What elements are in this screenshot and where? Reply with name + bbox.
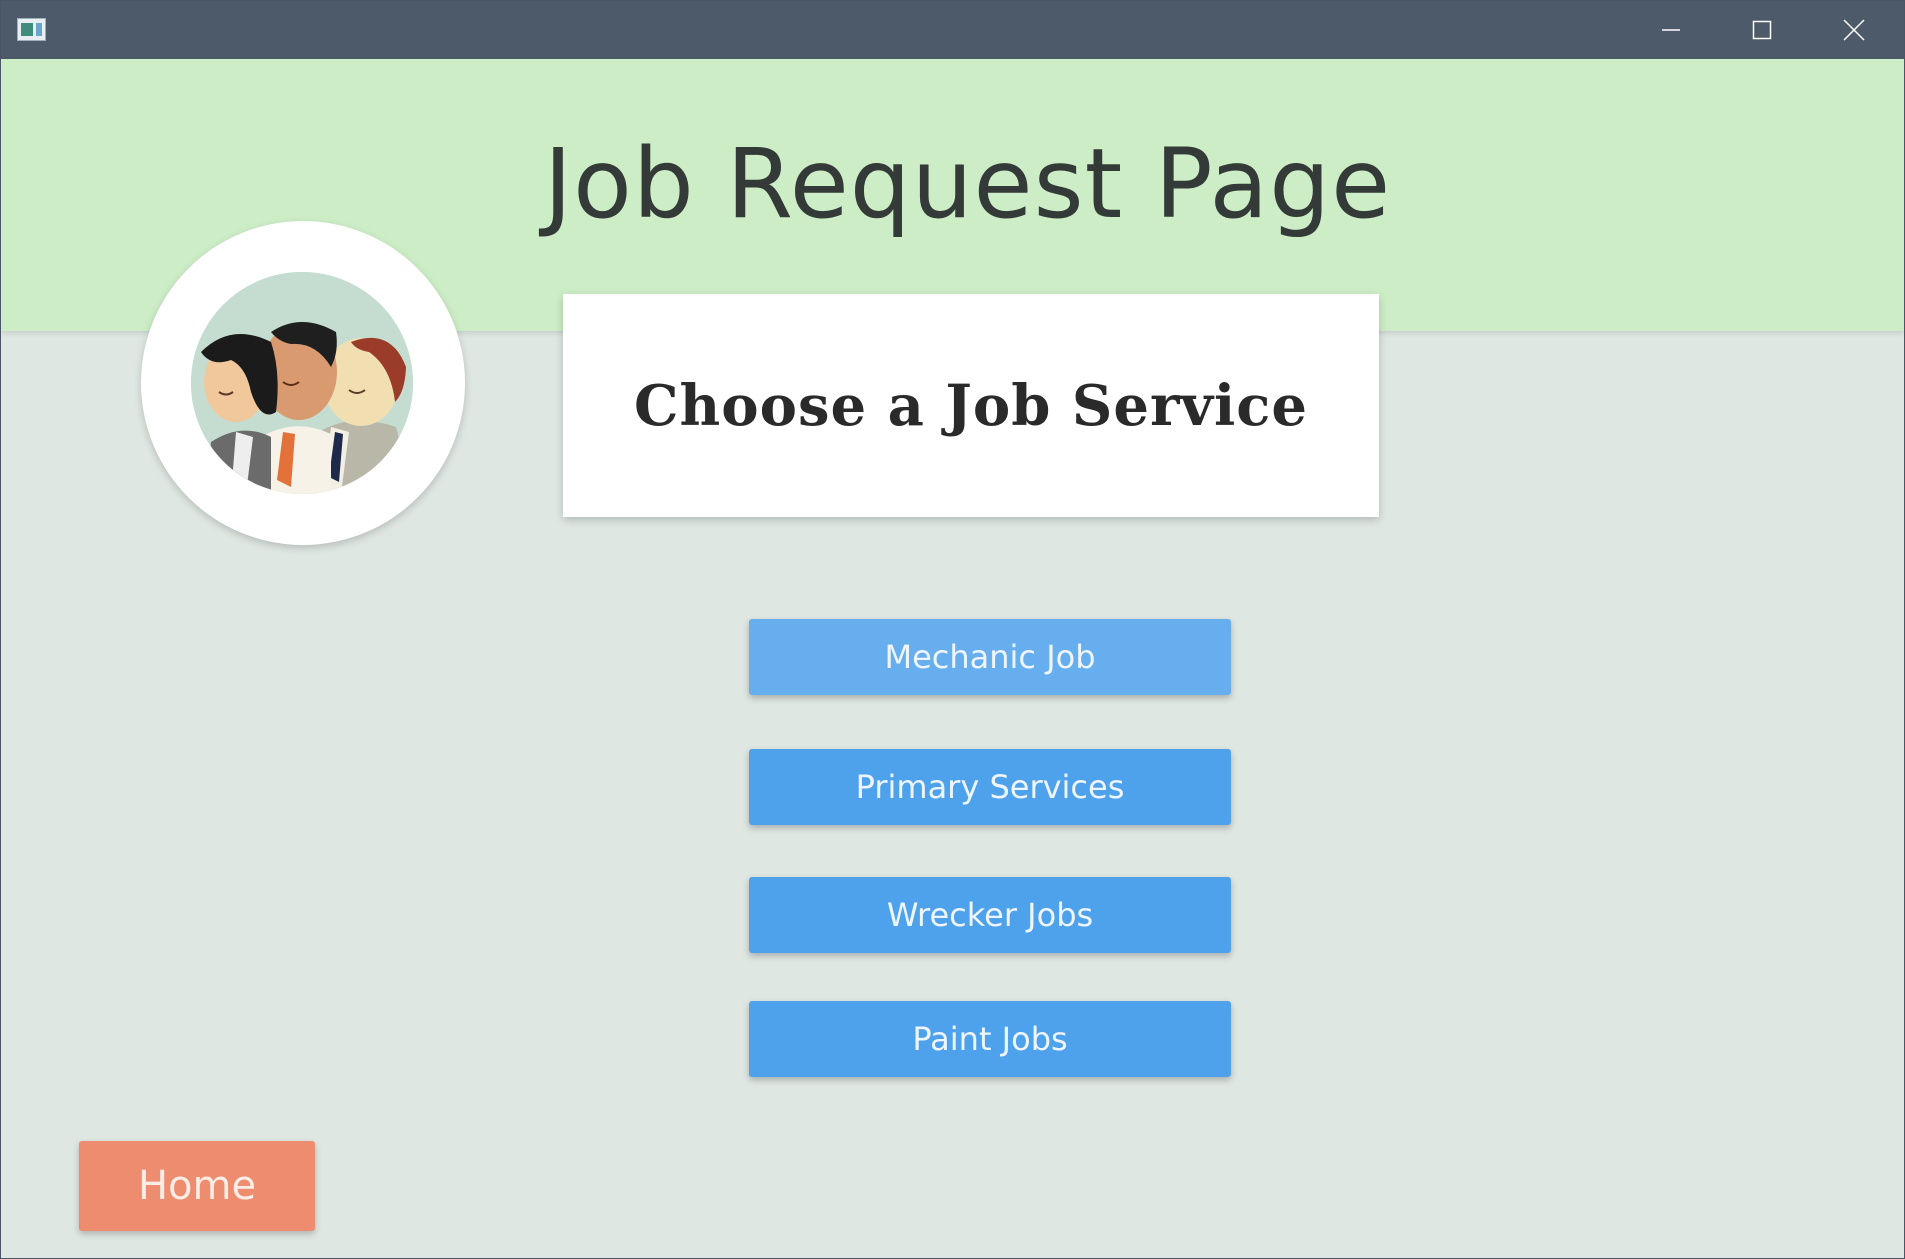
wrecker-jobs-button[interactable]: Wrecker Jobs — [749, 877, 1231, 953]
mechanic-job-button[interactable]: Mechanic Job — [749, 619, 1231, 695]
close-button[interactable] — [1809, 1, 1899, 59]
close-icon — [1843, 19, 1865, 41]
title-bar[interactable] — [1, 1, 1904, 59]
page-title: Job Request Page — [543, 128, 1392, 240]
minimize-icon — [1662, 29, 1680, 31]
service-card: Choose a Job Service — [563, 294, 1379, 517]
team-avatar-icon — [191, 272, 413, 494]
card-title: Choose a Job Service — [633, 372, 1309, 439]
app-window: Job Request Page Choose a Job Service Me… — [0, 0, 1905, 1259]
app-icon — [17, 18, 46, 41]
maximize-button[interactable] — [1717, 1, 1807, 59]
primary-services-button[interactable]: Primary Services — [749, 749, 1231, 825]
home-button[interactable]: Home — [79, 1141, 315, 1231]
maximize-icon — [1752, 20, 1772, 40]
paint-jobs-button[interactable]: Paint Jobs — [749, 1001, 1231, 1077]
minimize-button[interactable] — [1626, 1, 1716, 59]
